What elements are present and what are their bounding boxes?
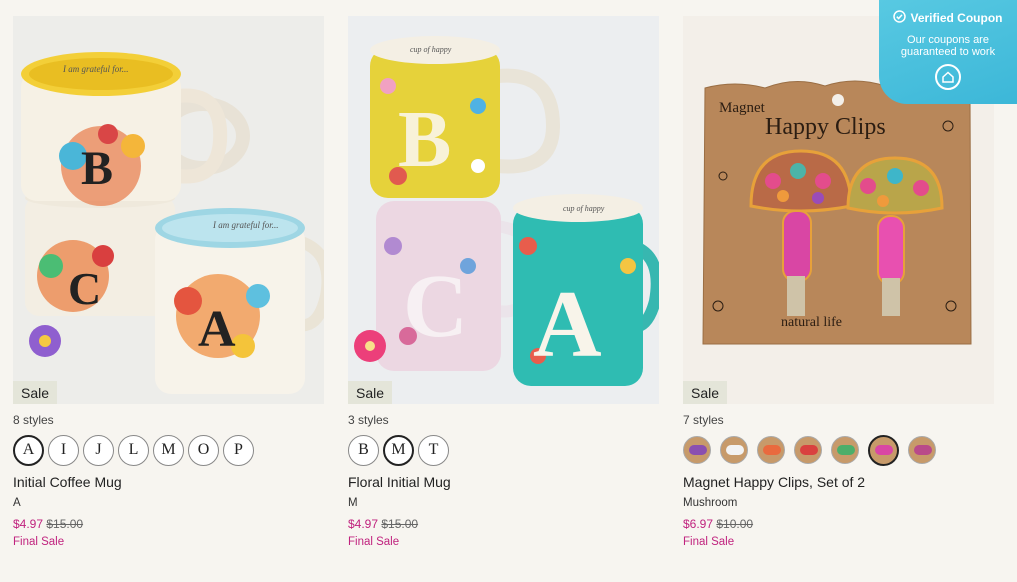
verified-coupon-widget[interactable]: Verified Coupon Our coupons are guarante… [879, 0, 1017, 104]
swatch-image-2[interactable] [720, 436, 748, 464]
product-price: $4.97 $15.00 [348, 517, 659, 531]
product-variant: A [13, 497, 21, 509]
style-swatches: B M T [348, 434, 659, 466]
card-text-brand: natural life [781, 315, 842, 330]
swatch-image-6[interactable] [868, 434, 899, 466]
coupon-header: Verified Coupon [879, 10, 1017, 26]
home-icon[interactable] [935, 64, 961, 90]
svg-text:B: B [398, 96, 451, 184]
sale-badge: Sale [683, 381, 728, 404]
swatch-image-7[interactable] [908, 436, 936, 464]
original-price: $10.00 [716, 517, 754, 531]
mug-illustration: cup of happy B C cup of happy A [348, 16, 659, 404]
svg-text:A: A [533, 271, 602, 377]
sale-price: $6.97 [683, 517, 714, 531]
product-grid: I am grateful for... B C I am grateful f… [13, 16, 1017, 576]
mug-text: cup of happy [410, 45, 452, 54]
swatch-a[interactable]: A [13, 434, 44, 466]
product-title[interactable]: Magnet Happy Clips, Set of 2 [683, 474, 994, 492]
styles-count: 7 styles [683, 413, 724, 427]
sale-price: $4.97 [13, 517, 44, 531]
product-card: I am grateful for... B C I am grateful f… [13, 16, 324, 548]
style-swatches [683, 434, 994, 466]
svg-text:A: A [198, 301, 236, 358]
styles-count: 3 styles [348, 413, 389, 427]
product-image-initial-coffee-mug[interactable]: I am grateful for... B C I am grateful f… [13, 16, 324, 404]
swatch-l[interactable]: L [118, 434, 149, 466]
swatch-p[interactable]: P [223, 434, 254, 466]
swatch-image-5[interactable] [831, 436, 859, 464]
svg-text:C: C [403, 257, 468, 356]
svg-text:cup of happy: cup of happy [563, 204, 605, 213]
product-price: $6.97 $10.00 [683, 517, 994, 531]
swatch-m[interactable]: M [383, 434, 414, 466]
final-sale-label: Final Sale [348, 536, 400, 548]
product-title[interactable]: Floral Initial Mug [348, 474, 659, 492]
coupon-title: Verified Coupon [910, 11, 1003, 25]
product-variant: Mushroom [683, 497, 738, 509]
swatch-o[interactable]: O [188, 434, 219, 466]
product-price: $4.97 $15.00 [13, 517, 324, 531]
style-swatches: A I J L M O P [13, 434, 324, 466]
mug-text: I am grateful for... [62, 64, 129, 74]
product-image-floral-initial-mug[interactable]: cup of happy B C cup of happy A Sale [348, 16, 659, 404]
coupon-subtitle: Our coupons are guaranteed to work [900, 34, 996, 58]
styles-count: 8 styles [13, 413, 54, 427]
swatch-image-3[interactable] [757, 436, 785, 464]
sale-price: $4.97 [348, 517, 379, 531]
svg-text:C: C [68, 263, 101, 314]
swatch-image-1[interactable] [683, 436, 711, 464]
sale-badge: Sale [13, 381, 58, 404]
original-price: $15.00 [381, 517, 419, 531]
swatch-m[interactable]: M [153, 434, 184, 466]
product-variant: M [348, 497, 358, 509]
original-price: $15.00 [46, 517, 84, 531]
swatch-b[interactable]: B [348, 434, 379, 466]
final-sale-label: Final Sale [13, 536, 65, 548]
swatch-j[interactable]: J [83, 434, 114, 466]
mug-illustration: I am grateful for... B C I am grateful f… [13, 16, 324, 404]
product-title[interactable]: Initial Coffee Mug [13, 474, 324, 492]
product-card: cup of happy B C cup of happy A Sale 3 s… [348, 16, 659, 548]
svg-text:I am grateful for...: I am grateful for... [212, 220, 279, 230]
shield-check-icon [893, 10, 907, 26]
card-text-happy-clips: Happy Clips [765, 114, 886, 140]
svg-text:B: B [81, 142, 113, 195]
final-sale-label: Final Sale [683, 536, 735, 548]
sale-badge: Sale [348, 381, 393, 404]
swatch-t[interactable]: T [418, 434, 449, 466]
swatch-i[interactable]: I [48, 434, 79, 466]
swatch-image-4[interactable] [794, 436, 822, 464]
card-text-magnet: Magnet [719, 100, 766, 116]
